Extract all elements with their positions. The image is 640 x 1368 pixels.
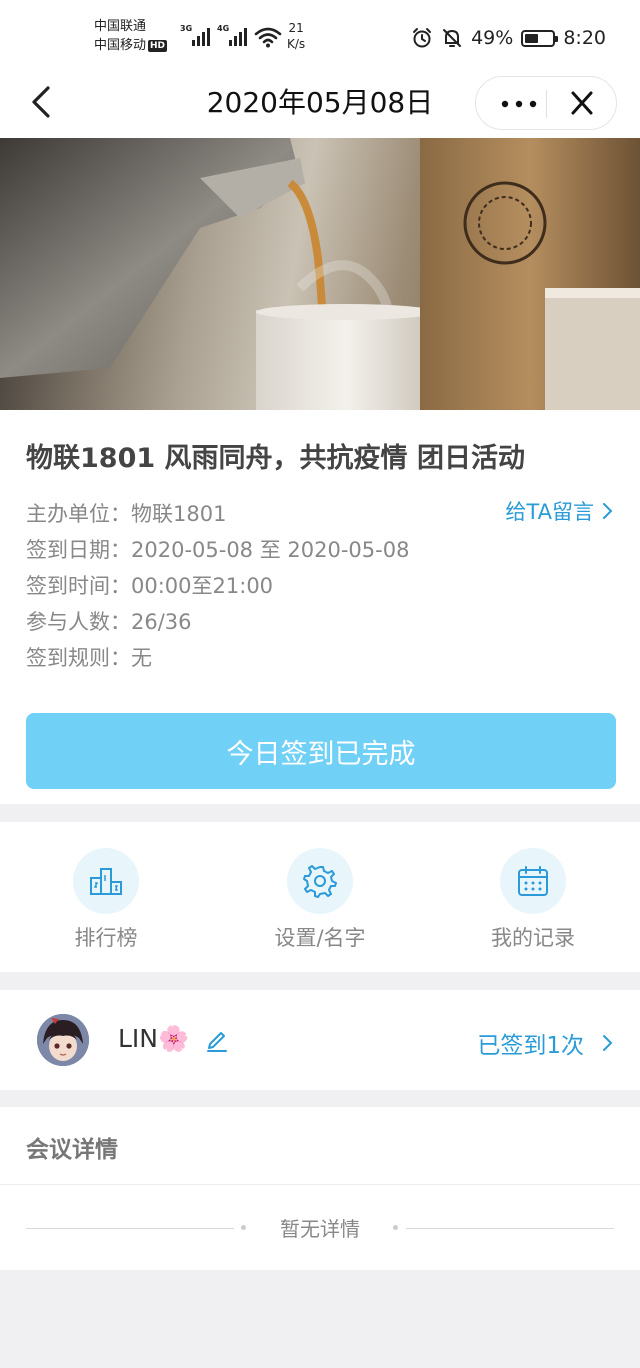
network-type-2: 4G [217, 24, 230, 33]
calendar-icon [518, 866, 548, 896]
date-value: 2020-05-08 至 2020-05-08 [131, 538, 410, 562]
avatar[interactable] [37, 1014, 89, 1066]
organizer-row: 主办单位：物联1801 [26, 498, 226, 528]
nav-bar: 2020年05月08日 [0, 72, 640, 138]
podium-icon [90, 868, 122, 895]
records-icon-circle [500, 848, 566, 914]
ranking-icon-circle [73, 848, 139, 914]
records-label: 我的记录 [491, 926, 575, 950]
quick-actions: 排行榜 设置/名字 我的记录 [0, 822, 640, 972]
ranking-label: 排行榜 [74, 926, 138, 950]
participants-label: 参与人数： [26, 610, 131, 634]
details-title: 会议详情 [26, 1137, 118, 1163]
gear-icon [303, 865, 337, 898]
close-icon [571, 91, 593, 115]
empty-dot-right [393, 1225, 398, 1230]
mute-bell-icon [443, 29, 462, 47]
battery-icon [521, 29, 559, 47]
rule-row: 签到规则：无 [26, 642, 152, 672]
hd-badge: HD [148, 39, 168, 52]
time-value: 00:00至21:00 [131, 574, 274, 598]
rule-label: 签到规则： [26, 646, 131, 670]
miniprogram-capsule [475, 76, 617, 130]
checkin-button[interactable]: 今日签到已完成 [26, 713, 616, 789]
speed-unit: K/s [287, 37, 306, 51]
coffee-pour-illustration [0, 138, 640, 410]
divider [0, 1184, 640, 1185]
carrier-1: 中国联通 [94, 19, 147, 34]
status-right: 49% 8:20 [411, 24, 606, 52]
banner-image [0, 138, 640, 410]
event-title: 物联1801 风雨同舟，共抗疫情 团日活动 [26, 443, 525, 474]
capsule-divider [546, 90, 547, 118]
empty-line-right [406, 1228, 614, 1229]
signed-count: 已签到1次 [477, 1033, 584, 1059]
organizer-value: 物联1801 [131, 502, 227, 526]
close-button[interactable] [554, 85, 610, 123]
participants-row: 参与人数：26/36 [26, 606, 192, 636]
settings-icon-circle [287, 848, 353, 914]
chevron-left-icon [32, 86, 50, 118]
carrier-2: 中国移动 [94, 38, 147, 53]
alarm-icon [413, 28, 432, 48]
participants-value: 26/36 [131, 610, 192, 634]
network-speed: 21 K/s [287, 20, 305, 52]
speed-value: 21 [288, 21, 304, 35]
organizer-label: 主办单位： [26, 502, 131, 526]
status-bar: 中国联通 中国移动 HD 3G 4G 21 K/s 49% 8:20 [0, 0, 640, 72]
rule-value: 无 [131, 646, 152, 670]
signed-count-link[interactable]: 已签到1次 [477, 1026, 614, 1060]
chevron-right-icon [603, 1035, 613, 1051]
settings-label: 设置/名字 [274, 926, 366, 950]
date-row: 签到日期：2020-05-08 至 2020-05-08 [26, 534, 409, 564]
network-type-1: 3G [180, 24, 193, 33]
leave-message-link[interactable]: 给TA留言 [505, 496, 614, 526]
pencil-icon [207, 1032, 227, 1052]
chevron-right-icon [603, 503, 613, 519]
carrier-info: 中国联通 中国移动 HD [94, 17, 168, 55]
more-dots-icon [501, 100, 537, 108]
more-button[interactable] [484, 85, 540, 123]
leave-message-label: 给TA留言 [505, 500, 594, 524]
clock: 8:20 [563, 27, 606, 49]
meeting-details: 会议详情 暂无详情 [0, 1107, 640, 1270]
time-label: 签到时间： [26, 574, 131, 598]
date-label: 签到日期： [26, 538, 131, 562]
battery-percent: 49% [471, 27, 514, 49]
event-card: 物联1801 风雨同舟，共抗疫情 团日活动 主办单位：物联1801 给TA留言 … [0, 410, 640, 804]
avatar-illustration [37, 1014, 89, 1066]
time-row: 签到时间：00:00至21:00 [26, 570, 273, 600]
user-name: LIN🌸 [118, 1024, 190, 1053]
back-button[interactable] [24, 80, 60, 124]
settings-name-button[interactable]: 设置/名字 [245, 848, 395, 952]
user-row: LIN🌸 已签到1次 [0, 990, 640, 1090]
my-records-button[interactable]: 我的记录 [458, 848, 608, 952]
edit-name-button[interactable] [204, 1026, 230, 1052]
wifi-icon [254, 27, 282, 48]
ranking-button[interactable]: 排行榜 [31, 848, 181, 952]
